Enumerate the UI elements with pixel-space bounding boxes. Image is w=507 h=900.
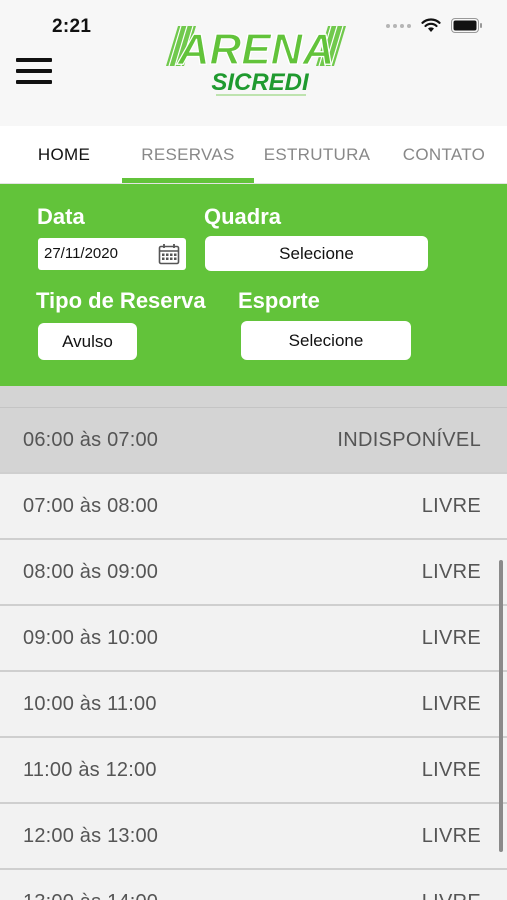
calendar-icon[interactable]: [158, 243, 180, 265]
slot-status: LIVRE: [421, 759, 481, 781]
slot-time: 09:00 às 10:00: [23, 627, 159, 649]
slot-status: INDISPONÍVEL: [337, 429, 481, 451]
slot-time: 06:00 às 07:00: [23, 429, 159, 451]
slot-status: LIVRE: [421, 693, 481, 715]
slot-row[interactable]: 13:00 às 14:00 LIVRE: [0, 870, 507, 900]
status-icons: [386, 18, 483, 33]
slot-time: 10:00 às 11:00: [23, 693, 157, 715]
tab-estrutura[interactable]: ESTRUTURA: [258, 126, 376, 184]
slot-status: LIVRE: [422, 870, 481, 900]
slot-time: 08:00 às 09:00: [23, 561, 159, 583]
slot-status: LIVRE: [421, 627, 481, 649]
slot-time: 13:00 às 14:00: [23, 870, 158, 900]
data-label: Data: [37, 204, 85, 229]
slot-time: 07:00 às 08:00: [23, 495, 159, 517]
tab-contato[interactable]: CONTATO: [396, 126, 492, 184]
slot-row[interactable]: 06:00 às 07:00 INDISPONÍVEL: [0, 408, 507, 474]
esporte-label: Esporte: [238, 288, 320, 313]
tab-home[interactable]: HOME: [22, 126, 106, 184]
slot-row[interactable]: 10:00 às 11:00 LIVRE: [0, 672, 507, 738]
signal-icon: [386, 23, 411, 28]
tab-active-indicator: [122, 178, 254, 183]
tipo-reserva-select[interactable]: Avulso: [38, 323, 137, 360]
slot-time: 12:00 às 13:00: [23, 825, 159, 847]
logo-text-bottom: SICREDI: [211, 69, 310, 96]
tab-bar: HOME RESERVAS ESTRUTURA CONTATO: [0, 126, 507, 184]
list-scrollbar[interactable]: [499, 560, 503, 852]
list-header-band: [0, 386, 507, 408]
slot-row[interactable]: 12:00 às 13:00 LIVRE: [0, 804, 507, 870]
tab-reservas[interactable]: RESERVAS: [122, 126, 254, 184]
quadra-select[interactable]: Selecione: [205, 236, 428, 271]
esporte-select[interactable]: Selecione: [241, 321, 411, 360]
date-field[interactable]: 27/11/2020: [38, 238, 186, 270]
quadra-label: Quadra: [204, 204, 282, 229]
reservation-filter-panel: Data Quadra 27/11/2020 Selecione Tipo de…: [0, 184, 507, 386]
hamburger-menu-button[interactable]: [16, 58, 54, 88]
tipo-reserva-label: Tipo de Reserva: [36, 288, 206, 313]
slot-time: 11:00 às 12:00: [23, 759, 157, 781]
slot-row[interactable]: 09:00 às 10:00 LIVRE: [0, 606, 507, 672]
slot-row[interactable]: 11:00 às 12:00 LIVRE: [0, 738, 507, 804]
slot-status: LIVRE: [421, 561, 481, 583]
battery-icon: [451, 18, 482, 33]
date-value: 27/11/2020: [44, 245, 118, 262]
slot-status: LIVRE: [421, 495, 481, 517]
status-bar: 2:21: [0, 0, 507, 50]
slot-status: LIVRE: [421, 825, 481, 847]
slot-row[interactable]: 07:00 às 08:00 LIVRE: [0, 474, 507, 540]
status-time: 2:21: [52, 16, 92, 37]
time-slot-list[interactable]: 06:00 às 07:00 INDISPONÍVEL 07:00 às 08:…: [0, 386, 507, 900]
slot-row[interactable]: 08:00 às 09:00 LIVRE: [0, 540, 507, 606]
wifi-icon: [421, 18, 441, 32]
